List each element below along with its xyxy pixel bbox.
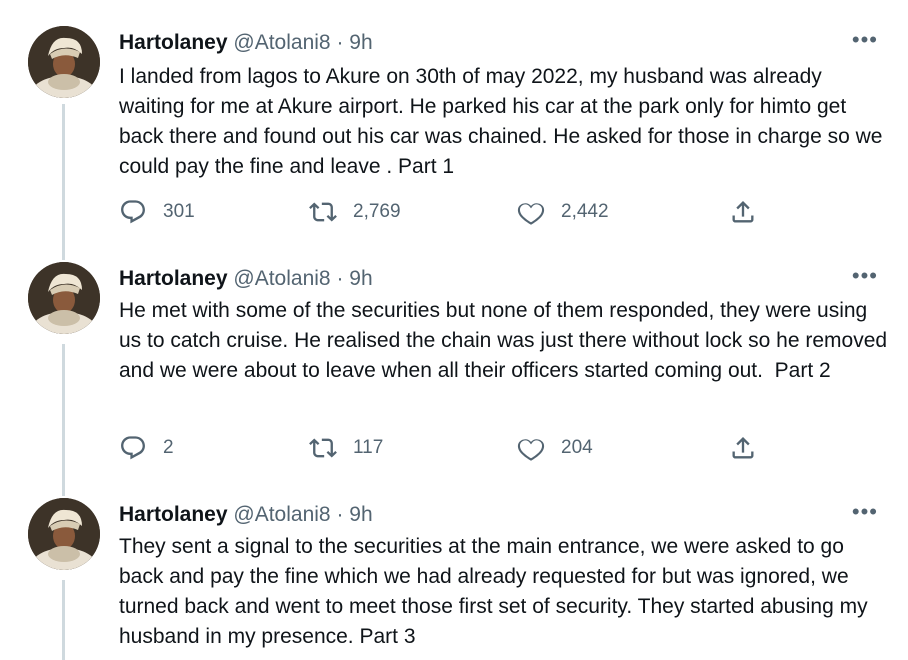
timestamp[interactable]: 9h (349, 267, 372, 290)
retweet-icon (309, 202, 337, 222)
separator: · (336, 267, 344, 290)
thread-line (62, 240, 65, 260)
like-count: 204 (561, 437, 593, 458)
timestamp[interactable]: 9h (349, 31, 372, 54)
share-button[interactable] (729, 198, 757, 226)
heart-icon (517, 439, 545, 461)
retweet-count: 117 (353, 437, 384, 458)
avatar[interactable] (28, 498, 100, 570)
author-handle[interactable]: @Atolani8 (233, 31, 330, 54)
tweet-text: I landed from lagos to Akure on 30th of … (119, 65, 889, 178)
tweet-actions: 301 2,769 2,442 (119, 198, 779, 228)
tweet-actions: 2 117 204 (119, 434, 779, 464)
tweet-header: Hartolaney @Atolani8 · 9h (119, 30, 373, 56)
more-options-icon[interactable]: ••• (852, 264, 878, 288)
tweet-3[interactable]: Hartolaney @Atolani8 · 9h ••• They sent … (0, 476, 908, 660)
author-name[interactable]: Hartolaney (119, 267, 228, 290)
retweet-button[interactable]: 117 (309, 434, 383, 462)
reply-icon (121, 436, 145, 460)
thread-line (62, 476, 65, 496)
reply-button[interactable]: 2 (119, 434, 174, 462)
separator: · (336, 503, 344, 526)
reply-icon (121, 200, 145, 224)
heart-icon (517, 203, 545, 225)
tweet-1[interactable]: Hartolaney @Atolani8 · 9h ••• I landed f… (0, 0, 908, 240)
avatar[interactable] (28, 26, 100, 98)
share-icon (732, 201, 754, 223)
avatar[interactable] (28, 262, 100, 334)
thread-line (62, 580, 65, 660)
retweet-count: 2,769 (353, 201, 401, 222)
tweet-text: He met with some of the securities but n… (119, 299, 893, 382)
author-handle[interactable]: @Atolani8 (233, 503, 330, 526)
author-handle[interactable]: @Atolani8 (233, 267, 330, 290)
tweet-2[interactable]: Hartolaney @Atolani8 · 9h ••• He met wit… (0, 240, 908, 476)
tweet-text: They sent a signal to the securities at … (119, 535, 874, 648)
retweet-icon (309, 438, 337, 458)
thread-line (62, 104, 65, 240)
tweet-header: Hartolaney @Atolani8 · 9h (119, 502, 373, 528)
thread-line (62, 344, 65, 476)
share-icon (732, 437, 754, 459)
reply-count: 301 (163, 201, 195, 222)
like-button[interactable]: 204 (517, 434, 593, 462)
separator: · (336, 31, 344, 54)
author-name[interactable]: Hartolaney (119, 31, 228, 54)
reply-button[interactable]: 301 (119, 198, 195, 226)
timestamp[interactable]: 9h (349, 503, 372, 526)
share-button[interactable] (729, 434, 757, 462)
like-count: 2,442 (561, 201, 609, 222)
like-button[interactable]: 2,442 (517, 198, 609, 226)
reply-count: 2 (163, 437, 174, 458)
more-options-icon[interactable]: ••• (852, 28, 878, 52)
retweet-button[interactable]: 2,769 (309, 198, 401, 226)
author-name[interactable]: Hartolaney (119, 503, 228, 526)
tweet-header: Hartolaney @Atolani8 · 9h (119, 266, 373, 292)
more-options-icon[interactable]: ••• (852, 500, 878, 524)
